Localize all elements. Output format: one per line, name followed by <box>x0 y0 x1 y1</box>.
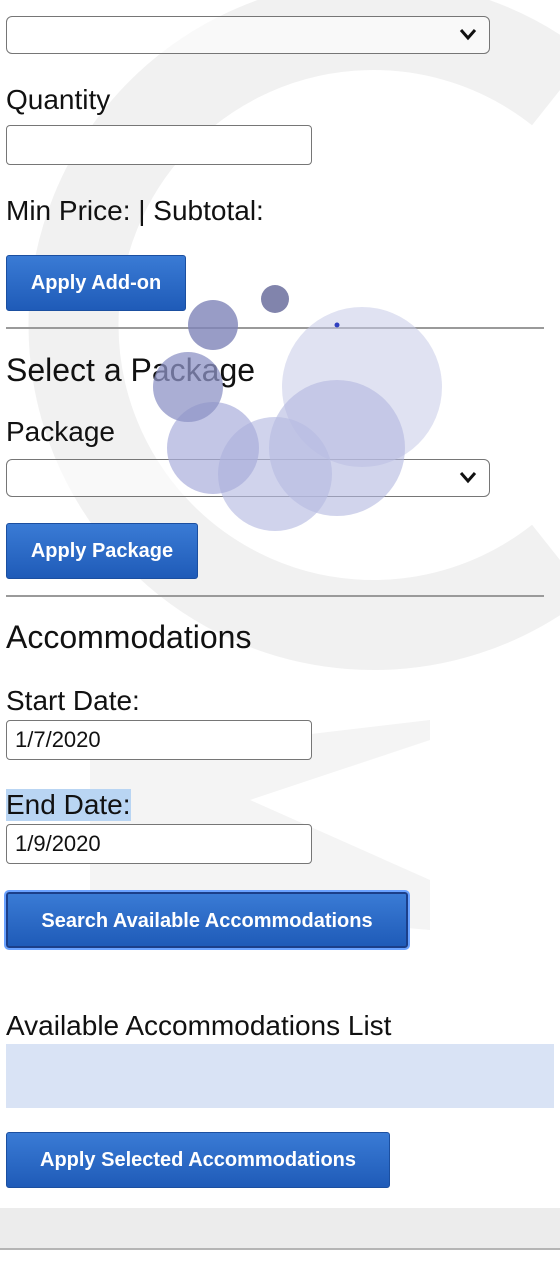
chevron-down-icon <box>459 472 477 484</box>
available-accommodations-list[interactable] <box>6 1044 554 1108</box>
apply-package-button[interactable]: Apply Package <box>6 523 198 579</box>
package-select[interactable] <box>6 459 490 497</box>
search-accommodations-button[interactable]: Search Available Accommodations <box>6 892 408 948</box>
footer-divider <box>0 1248 560 1250</box>
chevron-down-icon <box>459 29 477 41</box>
available-list-heading: Available Accommodations List <box>6 1010 392 1041</box>
apply-addon-button[interactable]: Apply Add-on <box>6 255 186 311</box>
quantity-label: Quantity <box>6 84 111 115</box>
addon-select[interactable] <box>6 16 490 54</box>
quantity-input[interactable] <box>6 125 312 165</box>
end-date-input[interactable] <box>6 824 312 864</box>
start-date-label: Start Date: <box>6 685 140 716</box>
package-label: Package <box>6 416 115 447</box>
package-heading: Select a Package <box>6 352 256 388</box>
apply-accommodations-button[interactable]: Apply Selected Accommodations <box>6 1132 390 1188</box>
footer-bar <box>0 1208 560 1248</box>
section-divider <box>6 595 544 597</box>
price-summary: Min Price: | Subtotal: <box>6 195 264 226</box>
accommodations-heading: Accommodations <box>6 619 252 655</box>
start-date-input[interactable] <box>6 720 312 760</box>
end-date-label: End Date: <box>6 789 131 821</box>
section-divider <box>6 327 544 329</box>
